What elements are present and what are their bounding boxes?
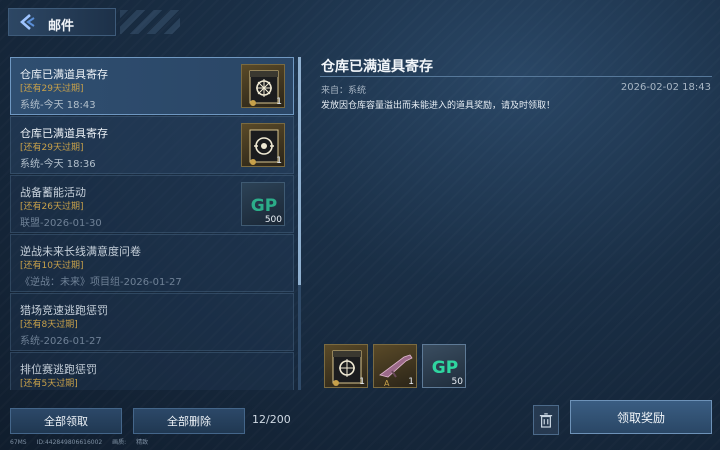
mail-title: 仓库已满道具寄存: [20, 127, 108, 140]
svg-text:GP: GP: [432, 358, 458, 378]
back-arrow-icon: [20, 14, 35, 30]
back-button[interactable]: [14, 11, 40, 33]
mail-title: 战备蓄能活动: [20, 186, 86, 199]
fps-readout: 67MS: [10, 439, 27, 446]
mail-meta: 《逆战：未来》项目组-2026-01-27: [20, 277, 182, 288]
mail-expiry: [还有5天过期]: [20, 379, 78, 389]
mail-item[interactable]: 仓库已满道具寄存 [还有29天过期] 系统-今天 18:43 1: [10, 57, 294, 115]
mail-item[interactable]: 仓库已满道具寄存 [还有29天过期] 系统-今天 18:36 1: [10, 116, 294, 174]
mail-title: 排位赛逃跑惩罚: [20, 363, 97, 376]
reward-item[interactable]: 1: [324, 344, 368, 388]
mail-meta: 系统-今天 18:36: [20, 159, 96, 170]
top-bar: 邮件: [0, 0, 720, 44]
mail-attachment-thumb: 1: [241, 123, 285, 167]
reward-count: 50: [451, 377, 463, 387]
mail-meta: 联盟-2026-01-30: [20, 218, 102, 229]
mail-title: 仓库已满道具寄存: [20, 68, 108, 81]
mail-count: 12/200: [252, 413, 291, 426]
attachment-count: 1: [276, 97, 282, 107]
player-id: ID:442849806616002: [36, 439, 103, 446]
svg-text:A: A: [384, 379, 390, 388]
trash-icon: [539, 413, 553, 428]
detail-body: 发放因仓库容量溢出而未能进入的道具奖励，请及时领取！: [321, 101, 556, 111]
mail-attachment-thumb: GP 500: [241, 182, 285, 226]
mail-expiry: [还有8天过期]: [20, 320, 78, 330]
mail-item[interactable]: 排位赛逃跑惩罚 [还有5天过期]: [10, 352, 294, 390]
mail-title: 猎场竞速逃跑惩罚: [20, 304, 108, 317]
claim-reward-button[interactable]: 领取奖励: [570, 400, 712, 434]
attachment-count: 500: [264, 215, 282, 225]
reward-strip: 1 A 1 GP 50: [320, 340, 712, 396]
mail-item[interactable]: 逆战未来长线满意度问卷 [还有10天过期] 《逆战：未来》项目组-2026-01…: [10, 234, 294, 292]
svg-text:GP: GP: [251, 196, 277, 216]
mail-expiry: [还有10天过期]: [20, 261, 84, 271]
mail-title: 逆战未来长线满意度问卷: [20, 245, 141, 258]
mail-item[interactable]: 战备蓄能活动 [还有26天过期] 联盟-2026-01-30 GP 500: [10, 175, 294, 233]
mail-expiry: [还有29天过期]: [20, 84, 84, 94]
mail-attachment-thumb: 1: [241, 64, 285, 108]
mail-meta: 系统-今天 18:43: [20, 100, 96, 111]
reward-count: 1: [408, 377, 414, 387]
quality-value: 精致: [136, 439, 149, 446]
delete-mail-button[interactable]: [533, 405, 559, 435]
scrollbar-thumb[interactable]: [298, 57, 301, 285]
divider: [320, 76, 712, 77]
detail-sender: 来自：系统: [321, 86, 367, 96]
page-title: 邮件: [48, 19, 75, 34]
decor-stripes: [120, 10, 180, 34]
reward-item[interactable]: GP 50: [422, 344, 466, 388]
mail-expiry: [还有26天过期]: [20, 202, 84, 212]
mail-meta: 系统-2026-01-27: [20, 336, 102, 347]
reward-item[interactable]: A 1: [373, 344, 417, 388]
claim-all-button[interactable]: 全部领取: [10, 408, 122, 434]
attachment-count: 1: [276, 156, 282, 166]
delete-all-button[interactable]: 全部删除: [133, 408, 245, 434]
quality-label: 画质:: [112, 439, 127, 446]
detail-title: 仓库已满道具寄存: [321, 59, 433, 75]
mail-list: 仓库已满道具寄存 [还有29天过期] 系统-今天 18:43 1 仓库已满道具寄…: [10, 57, 294, 390]
detail-date: 2026-02-02 18:43: [620, 82, 711, 93]
status-bar: 67MS ID:442849806616002 画质: 精致: [10, 437, 156, 446]
reward-count: 1: [359, 377, 365, 387]
mail-expiry: [还有29天过期]: [20, 143, 84, 153]
mail-item[interactable]: 猎场竞速逃跑惩罚 [还有8天过期] 系统-2026-01-27: [10, 293, 294, 351]
